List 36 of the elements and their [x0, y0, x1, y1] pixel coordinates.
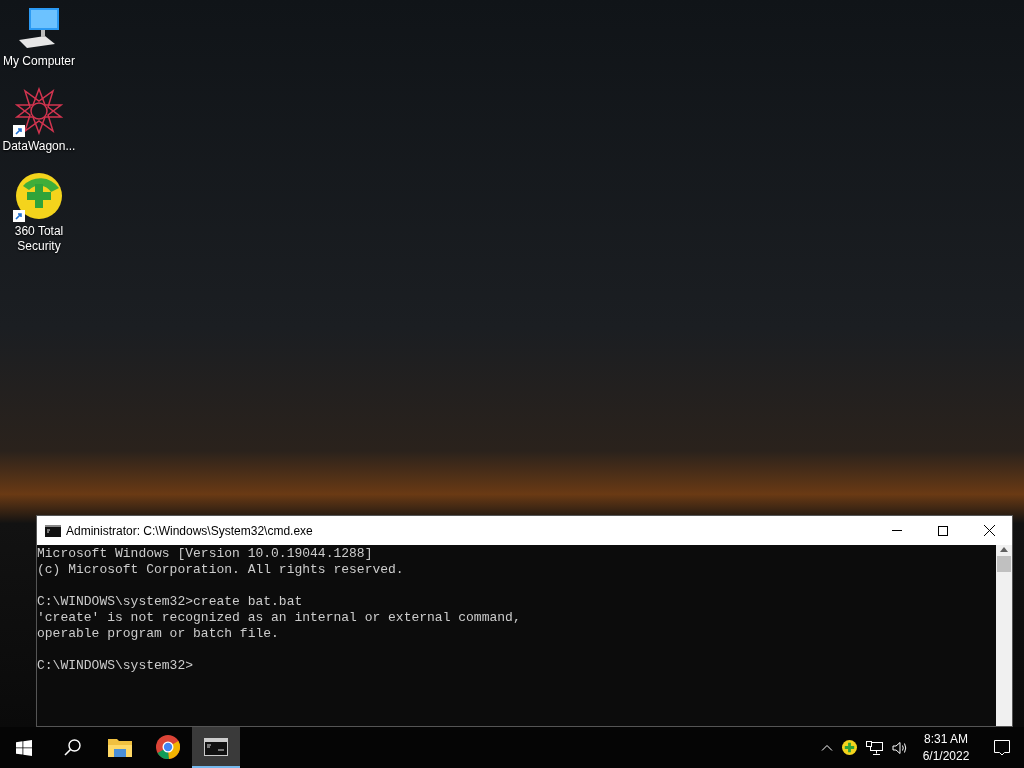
console-line: C:\WINDOWS\system32> — [37, 658, 195, 674]
scroll-thumb[interactable] — [997, 556, 1011, 572]
console-line: C:\WINDOWS\system32>create bat.bat — [37, 594, 304, 610]
desktop-shortcut[interactable]: My Computer — [0, 6, 78, 69]
console-icon — [204, 737, 228, 756]
console-line: (c) Microsoft Corporation. All rights reserved. — [37, 562, 405, 578]
scrollbar[interactable] — [996, 545, 1012, 726]
close-icon — [983, 525, 995, 536]
console-line: 'create' is not recognized as an internal or external command, — [37, 610, 522, 626]
shortcut-label: My Computer — [2, 54, 76, 69]
plus-circle-icon[interactable] — [842, 740, 857, 755]
folder-icon — [108, 736, 132, 757]
network-icon[interactable] — [866, 740, 883, 755]
speech-bubble-icon — [994, 739, 1010, 756]
taskbar-app[interactable] — [192, 727, 240, 768]
console-line: operable program or batch file. — [37, 626, 280, 642]
clock-date: 6/1/2022 — [922, 747, 970, 765]
maximize-icon — [938, 525, 948, 536]
minimize-icon — [892, 530, 902, 531]
window-title: Administrator: C:\Windows\System32\cmd.exe — [66, 522, 314, 540]
star-pattern-icon — [15, 87, 63, 135]
search-icon — [63, 739, 81, 756]
clock-time: 8:31 AM — [924, 730, 968, 748]
windows-logo-icon — [16, 739, 32, 756]
clock[interactable]: 8:31 AM 6/1/2022 — [912, 727, 980, 768]
console-line: Microsoft Windows [Version 10.0.19044.1288] — [37, 546, 374, 562]
chevron-up-icon[interactable] — [821, 744, 833, 751]
desktop-shortcut[interactable]: 360 Total Security — [0, 172, 78, 254]
shortcut-label: DataWagon... — [1, 139, 77, 154]
speaker-icon[interactable] — [892, 740, 908, 755]
shortcut-label: 360 Total Security — [13, 224, 65, 254]
scroll-up-icon — [1000, 547, 1008, 552]
plus-circle-icon — [15, 172, 63, 220]
browser-logo-icon — [156, 734, 180, 759]
console-icon — [45, 524, 61, 537]
desktop-shortcut[interactable]: DataWagon... — [0, 87, 78, 154]
